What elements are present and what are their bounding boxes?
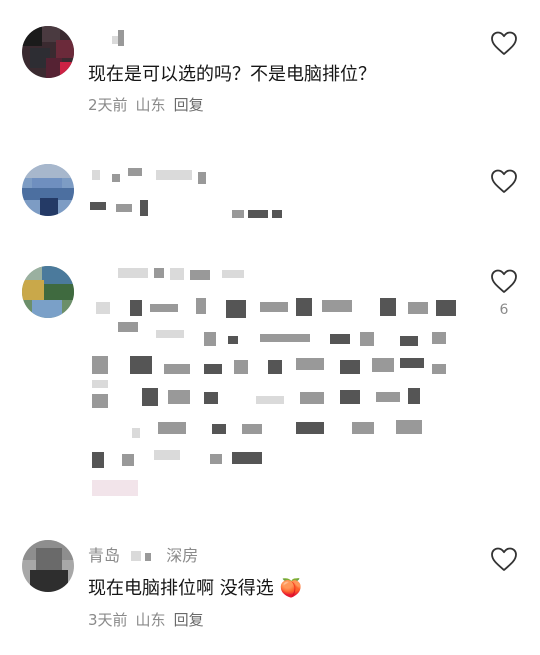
- comment-time: 2天前: [88, 96, 128, 114]
- heart-outline-icon[interactable]: [490, 546, 518, 572]
- reply-button[interactable]: 回复: [174, 611, 204, 629]
- reply-button[interactable]: 回复: [174, 96, 204, 114]
- avatar[interactable]: [22, 540, 74, 592]
- avatar[interactable]: [22, 26, 74, 78]
- peach-emoji-icon: 🍑: [279, 578, 302, 599]
- username-start: 青岛: [88, 546, 121, 565]
- comment-meta: 2天前 山东 回复: [88, 94, 212, 115]
- comment-item: 6: [0, 240, 540, 530]
- comment-item: 现在是可以选的吗？不是电脑排位？ 2天前 山东 回复: [0, 0, 540, 130]
- avatar[interactable]: [22, 164, 74, 216]
- avatar[interactable]: [22, 266, 74, 318]
- username[interactable]: 青岛 深房: [88, 542, 198, 566]
- like-count: 6: [499, 302, 509, 318]
- comment-location: 山东: [135, 611, 166, 629]
- comment-location: 山东: [135, 96, 166, 114]
- heart-outline-icon[interactable]: [490, 168, 518, 194]
- comment-text-body: 现在电脑排位啊 没得选: [88, 578, 274, 599]
- heart-outline-icon[interactable]: [490, 268, 518, 294]
- comment-time: 3天前: [88, 611, 128, 629]
- comment-text: 现在电脑排位啊 没得选 🍑: [88, 574, 302, 600]
- heart-outline-icon[interactable]: [490, 30, 518, 56]
- username-end: 深房: [166, 546, 199, 565]
- comment-item: 青岛 深房 现在电脑排位啊 没得选 🍑 3天前 山东 回复: [0, 530, 540, 655]
- username-redacted: [125, 547, 161, 561]
- comment-item: [0, 130, 540, 240]
- comment-text: 现在是可以选的吗？不是电脑排位？: [88, 64, 376, 85]
- comment-meta: 3天前 山东 回复: [88, 609, 212, 630]
- username-redacted[interactable]: [88, 28, 128, 48]
